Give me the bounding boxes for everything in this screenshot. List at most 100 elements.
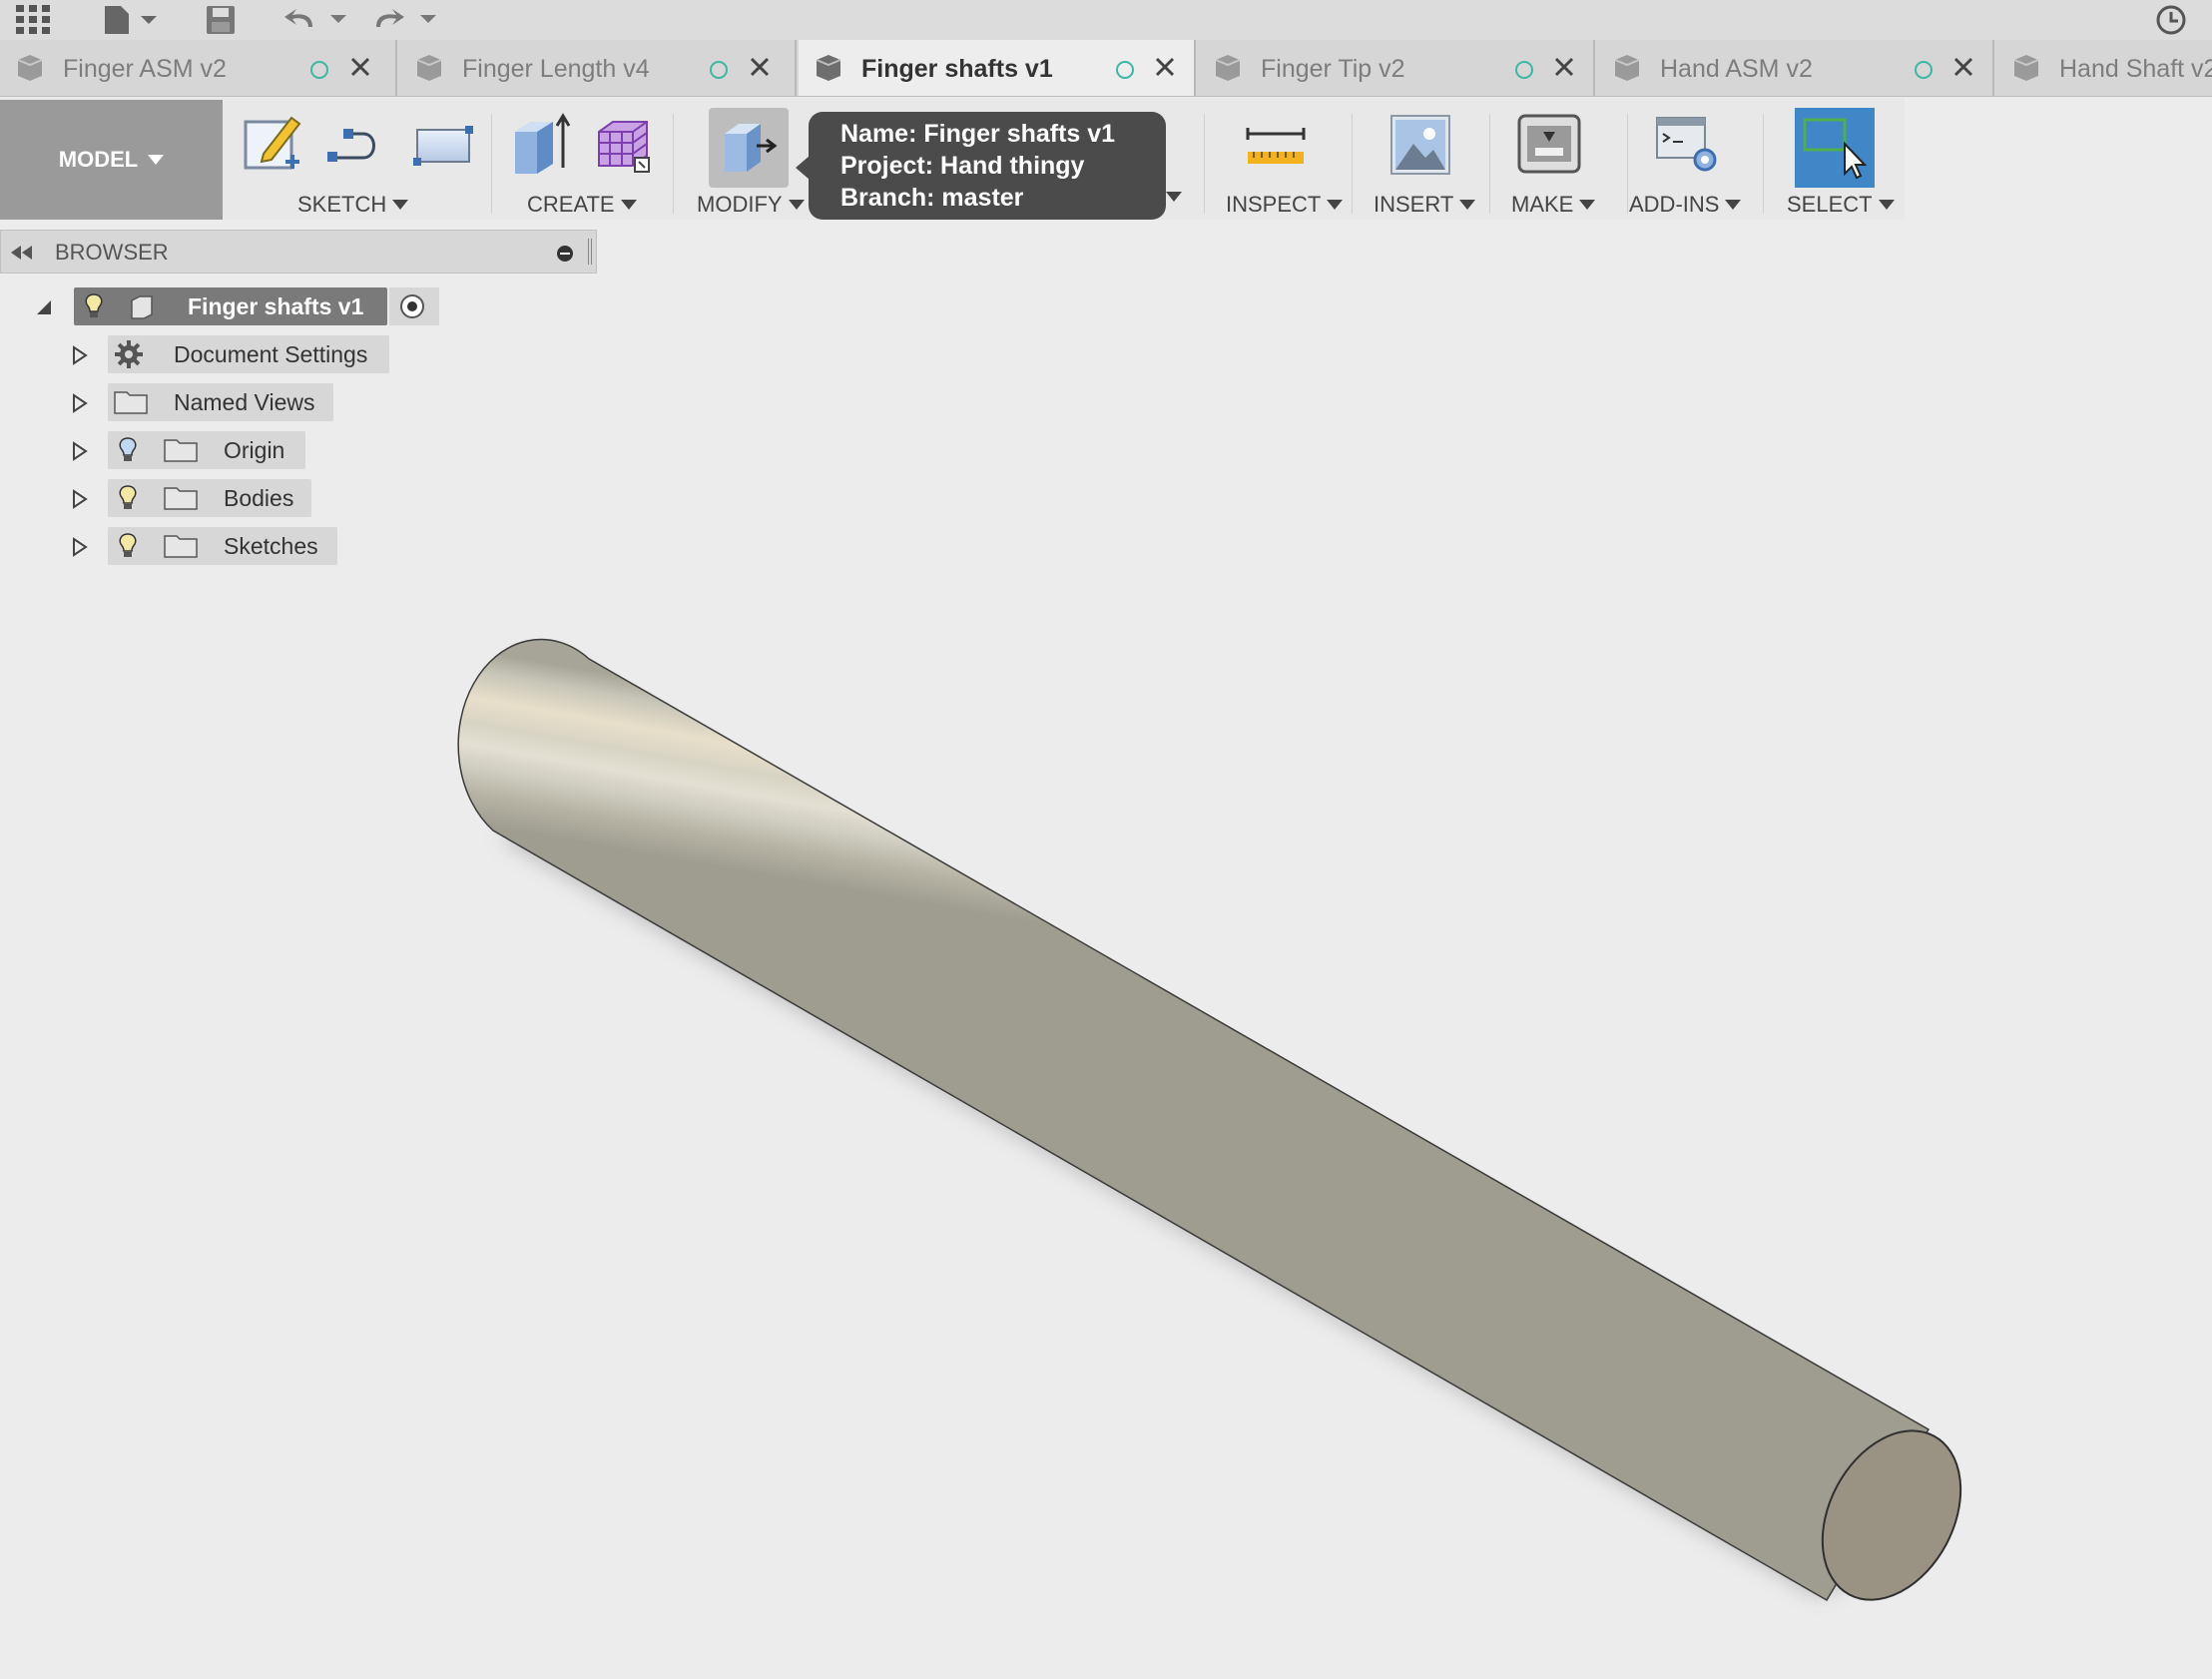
pin-icon[interactable] xyxy=(556,245,574,263)
document-icon xyxy=(1614,55,1640,81)
scripts-icon[interactable] xyxy=(1655,112,1725,178)
make-menu[interactable]: MAKE xyxy=(1511,192,1596,218)
tab-finger-tip[interactable]: Finger Tip v2 xyxy=(1198,40,1595,96)
insert-menu-label: INSERT xyxy=(1374,192,1454,217)
history-icon[interactable] xyxy=(2151,0,2191,40)
file-icon xyxy=(105,6,157,34)
create-menu[interactable]: CREATE xyxy=(527,192,637,218)
collapse-icon[interactable] xyxy=(11,246,33,260)
tab-finger-length[interactable]: Finger Length v4 xyxy=(399,40,797,96)
window-select-icon xyxy=(1803,118,1868,180)
lightbulb-icon[interactable] xyxy=(118,484,138,512)
chevron-down-icon xyxy=(1166,192,1182,202)
tab-hand-shaft[interactable]: Hand Shaft v2 xyxy=(1996,40,2212,96)
sketch-icon[interactable] xyxy=(242,112,305,178)
insert-menu[interactable]: INSERT xyxy=(1374,192,1476,218)
inspect-menu[interactable]: INSPECT xyxy=(1226,192,1344,218)
panel-resize-handle[interactable] xyxy=(588,239,592,265)
close-icon[interactable] xyxy=(1553,56,1575,78)
cylinder-body xyxy=(457,638,1931,1602)
lightbulb-icon[interactable] xyxy=(84,292,104,320)
file-menu-button[interactable] xyxy=(98,0,164,40)
tab-label: Finger ASM v2 xyxy=(63,55,227,83)
tree-item-label: Document Settings xyxy=(174,341,368,367)
3d-print-icon[interactable] xyxy=(1517,112,1581,178)
window-select-button[interactable] xyxy=(1795,108,1875,188)
tooltip-project: Project: Hand thingy xyxy=(840,152,1085,180)
lightbulb-icon[interactable] xyxy=(118,532,138,560)
tab-label: Hand ASM v2 xyxy=(1660,55,1813,83)
expand-triangle-icon[interactable] xyxy=(72,537,88,557)
addins-menu[interactable]: ADD-INS xyxy=(1629,192,1742,218)
close-icon[interactable] xyxy=(1154,56,1176,78)
expand-triangle-icon[interactable] xyxy=(72,441,88,461)
ribbon-divider xyxy=(1763,114,1764,214)
close-icon[interactable] xyxy=(349,56,371,78)
form-icon[interactable] xyxy=(591,112,655,178)
workspace-label: MODEL xyxy=(58,147,139,172)
tooltip-name: Name: Finger shafts v1 xyxy=(840,120,1116,148)
tree-pill[interactable]: Origin xyxy=(108,431,305,469)
tree-pill[interactable]: Document Settings xyxy=(108,335,389,373)
browser-item-document-settings[interactable]: Document Settings xyxy=(0,335,449,373)
browser-header: BROWSER xyxy=(0,230,597,274)
folder-icon xyxy=(114,391,148,414)
sync-status-icon xyxy=(710,61,728,79)
tree-pill[interactable]: Sketches xyxy=(108,527,337,565)
tree-pill[interactable]: Bodies xyxy=(108,479,311,517)
tab-hand-asm[interactable]: Hand ASM v2 xyxy=(1597,40,1994,96)
save-icon[interactable] xyxy=(202,0,240,40)
lightbulb-icon[interactable] xyxy=(118,436,138,464)
extrude-icon[interactable] xyxy=(509,112,573,178)
tree-item-label: Named Views xyxy=(174,389,315,415)
sketch-menu[interactable]: SKETCH xyxy=(297,192,409,218)
browser-title: BROWSER xyxy=(55,240,169,265)
tab-label: Finger Tip v2 xyxy=(1261,55,1405,83)
document-icon xyxy=(17,55,43,81)
browser-item-origin[interactable]: Origin xyxy=(0,431,449,469)
press-pull-button[interactable] xyxy=(709,108,789,188)
document-info-tooltip: Name: Finger shafts v1 Project: Hand thi… xyxy=(796,112,1166,220)
measure-icon[interactable] xyxy=(1244,118,1308,178)
tab-finger-asm[interactable]: Finger ASM v2 xyxy=(0,40,397,96)
root-pill[interactable]: Finger shafts v1 xyxy=(74,287,387,325)
make-menu-label: MAKE xyxy=(1511,192,1574,217)
root-label: Finger shafts v1 xyxy=(188,293,364,319)
tree-pill[interactable]: Named Views xyxy=(108,383,333,421)
assemble-menu[interactable] xyxy=(1166,192,1182,202)
modify-menu[interactable]: MODIFY xyxy=(697,192,805,218)
addins-menu-label: ADD-INS xyxy=(1629,192,1720,217)
expanded-triangle-icon[interactable] xyxy=(36,299,52,315)
select-menu[interactable]: SELECT xyxy=(1787,192,1895,218)
rectangle-icon[interactable] xyxy=(411,112,475,178)
tab-finger-shafts[interactable]: Finger shafts v1 xyxy=(799,40,1196,96)
apps-grid-icon[interactable] xyxy=(14,0,52,40)
browser-item-bodies[interactable]: Bodies xyxy=(0,479,449,517)
sync-status-icon xyxy=(1515,61,1533,79)
press-pull-icon xyxy=(725,124,778,172)
sync-status-icon xyxy=(1116,61,1134,79)
modify-menu-label: MODIFY xyxy=(697,192,783,217)
sync-status-icon xyxy=(310,61,328,79)
redo-icon[interactable] xyxy=(371,0,441,40)
close-icon[interactable] xyxy=(1952,56,1974,78)
browser-item-sketches[interactable]: Sketches xyxy=(0,527,449,565)
expand-triangle-icon[interactable] xyxy=(72,393,88,413)
app-bar xyxy=(0,0,2212,40)
close-icon[interactable] xyxy=(749,56,771,78)
undo-icon[interactable] xyxy=(281,0,351,40)
browser-item-named-views[interactable]: Named Views xyxy=(0,383,449,421)
browser-root-node[interactable]: Finger shafts v1 xyxy=(0,287,449,325)
tab-label: Finger Length v4 xyxy=(462,55,650,83)
sync-status-icon xyxy=(1915,61,1933,79)
activate-component-button[interactable] xyxy=(389,287,439,325)
image-icon[interactable] xyxy=(1389,112,1453,178)
expand-triangle-icon[interactable] xyxy=(72,489,88,509)
tab-label: Finger shafts v1 xyxy=(861,55,1053,83)
chevron-down-icon xyxy=(392,200,409,210)
line-icon[interactable] xyxy=(325,112,391,178)
expand-triangle-icon[interactable] xyxy=(72,345,88,365)
ribbon-divider xyxy=(491,114,492,214)
workspace-switcher[interactable]: MODEL xyxy=(0,100,223,220)
ribbon-divider xyxy=(673,114,674,214)
